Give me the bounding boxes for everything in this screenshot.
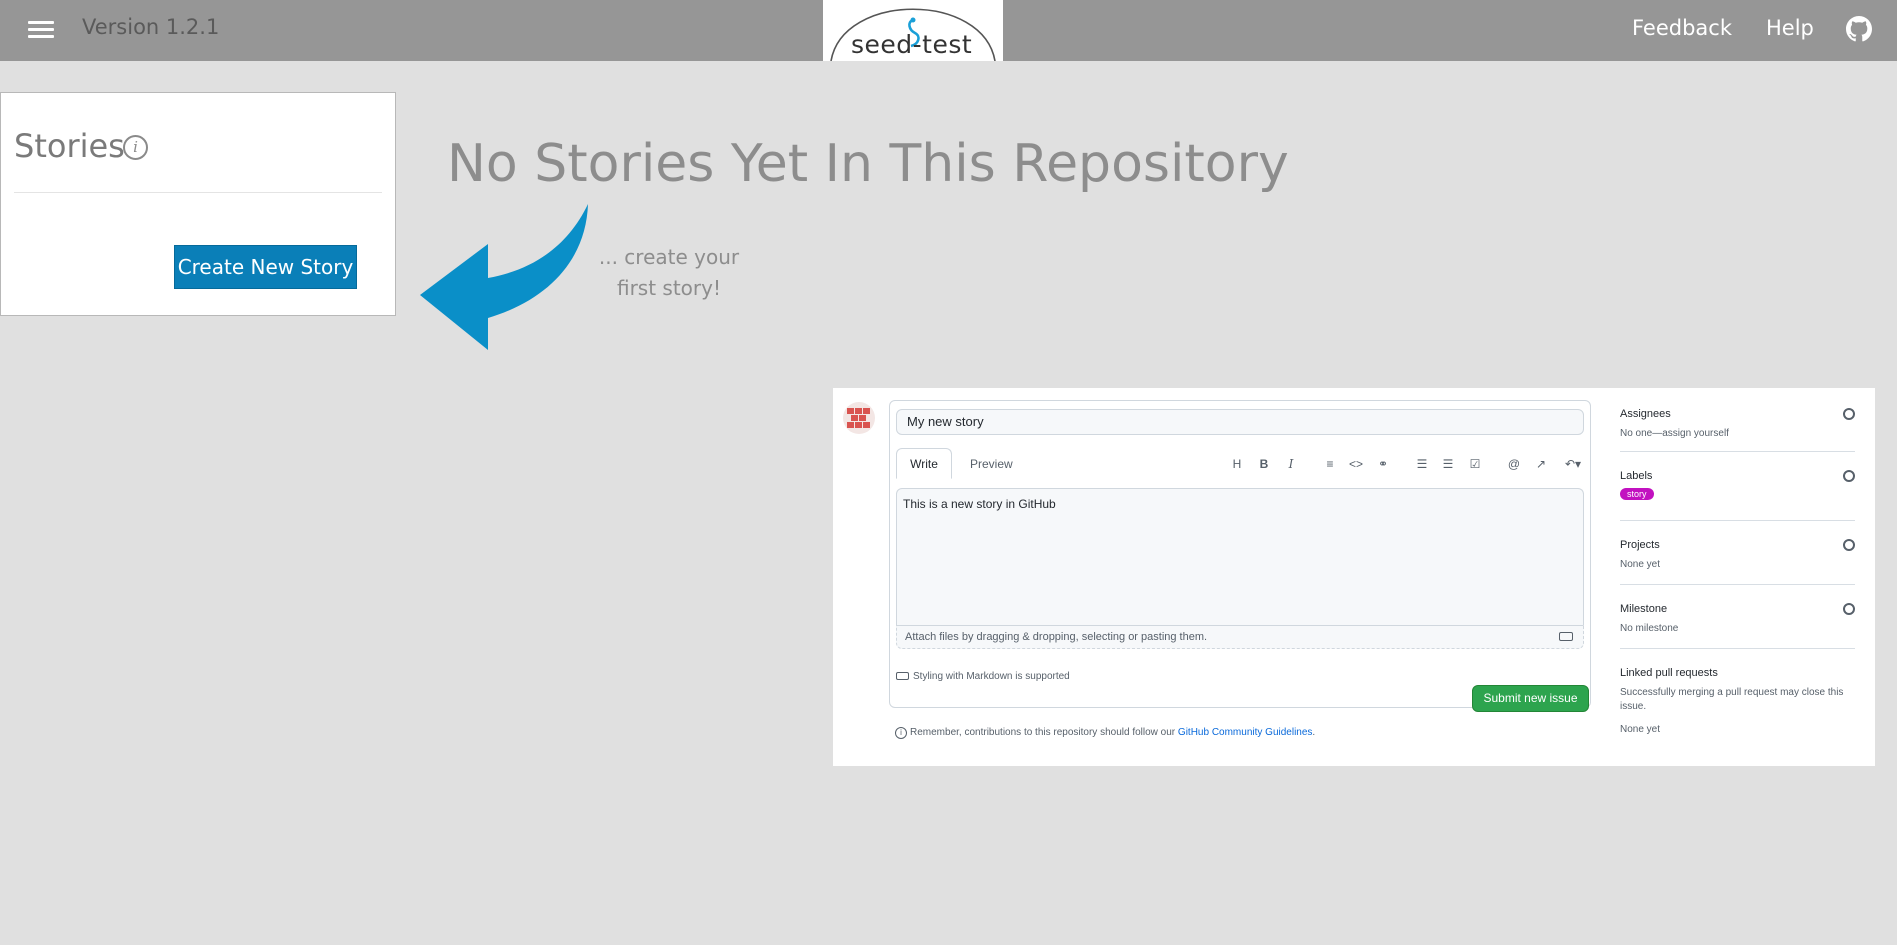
link-icon[interactable]: ⚭ bbox=[1374, 457, 1392, 471]
divider bbox=[14, 192, 382, 193]
github-issue-preview: My new story Write Preview H B I ≡ <> ⚭ … bbox=[833, 388, 1875, 766]
label-story-badge: story bbox=[1620, 488, 1654, 500]
empty-state-heading: No Stories Yet In This Repository bbox=[447, 134, 1289, 194]
hint-line-1: ... create your bbox=[598, 245, 740, 269]
feedback-link[interactable]: Feedback bbox=[1632, 16, 1732, 40]
gear-icon[interactable] bbox=[1843, 603, 1855, 615]
guidelines-note: i Remember, contributions to this reposit… bbox=[895, 727, 1315, 739]
markdown-note-text: Styling with Markdown is supported bbox=[913, 671, 1070, 682]
markdown-icon bbox=[896, 672, 909, 680]
code-icon[interactable]: <> bbox=[1347, 457, 1365, 471]
assignees-value[interactable]: No one—assign yourself bbox=[1620, 427, 1855, 441]
issue-title-input[interactable]: My new story bbox=[896, 409, 1584, 435]
version-label: Version 1.2.1 bbox=[82, 15, 220, 39]
divider bbox=[1620, 520, 1855, 521]
gear-icon[interactable] bbox=[1843, 408, 1855, 420]
submit-new-issue-button[interactable]: Submit new issue bbox=[1472, 685, 1589, 712]
reference-icon[interactable]: ↗ bbox=[1532, 457, 1550, 471]
tab-write[interactable]: Write bbox=[896, 448, 952, 479]
projects-title: Projects bbox=[1620, 539, 1660, 551]
bold-icon[interactable]: B bbox=[1255, 457, 1273, 471]
divider bbox=[1620, 584, 1855, 585]
tab-preview[interactable]: Preview bbox=[970, 449, 1013, 479]
undo-icon[interactable]: ↶▾ bbox=[1560, 457, 1586, 471]
assignees-title: Assignees bbox=[1620, 408, 1671, 420]
gear-icon[interactable] bbox=[1843, 539, 1855, 551]
info-icon[interactable]: i bbox=[123, 135, 148, 160]
info-icon: i bbox=[895, 727, 907, 739]
sidebar-milestone: Milestone No milestone bbox=[1620, 603, 1855, 636]
bullet-list-icon[interactable]: ☰ bbox=[1413, 457, 1431, 471]
logo-text: seed-test bbox=[851, 30, 973, 59]
issue-body-textarea[interactable]: This is a new story in GitHub bbox=[896, 488, 1584, 625]
stories-panel: Stories i Create New Story bbox=[0, 92, 396, 316]
editor-tabs: Write Preview H B I ≡ <> ⚭ ☰ ☰ ☑ @ ↗ ↶▾ bbox=[890, 445, 1590, 479]
help-link[interactable]: Help bbox=[1766, 16, 1814, 40]
github-icon[interactable] bbox=[1846, 16, 1872, 42]
markdown-note[interactable]: Styling with Markdown is supported bbox=[896, 671, 1070, 682]
linked-prs-description: Successfully merging a pull request may … bbox=[1620, 687, 1844, 712]
create-new-story-button[interactable]: Create New Story bbox=[174, 245, 357, 289]
curved-arrow-icon bbox=[420, 204, 588, 350]
milestone-value: No milestone bbox=[1620, 623, 1679, 634]
attach-hint: Attach files by dragging & dropping, sel… bbox=[905, 631, 1208, 643]
divider bbox=[1620, 648, 1855, 649]
sidebar-linked-prs: Linked pull requests Successfully mergin… bbox=[1620, 667, 1855, 737]
stories-title: Stories bbox=[14, 127, 125, 165]
hamburger-menu-icon[interactable] bbox=[26, 18, 56, 42]
hint-line-2: first story! bbox=[616, 276, 721, 300]
empty-state-hint: ... create your first story! bbox=[588, 242, 750, 304]
mention-icon[interactable]: @ bbox=[1505, 457, 1523, 471]
seed-test-logo[interactable]: seed-test bbox=[823, 0, 1003, 61]
guidelines-suffix: . bbox=[1312, 727, 1316, 738]
top-bar: Version 1.2.1 seed-test Feedback Help bbox=[0, 0, 1897, 61]
labels-title: Labels bbox=[1620, 470, 1653, 482]
avatar bbox=[843, 402, 875, 434]
sidebar-labels: Labels story bbox=[1620, 470, 1855, 502]
heading-icon[interactable]: H bbox=[1228, 457, 1246, 471]
linked-prs-title: Linked pull requests bbox=[1620, 667, 1718, 679]
task-list-icon[interactable]: ☑ bbox=[1466, 457, 1484, 471]
italic-icon[interactable]: I bbox=[1282, 457, 1300, 471]
numbered-list-icon[interactable]: ☰ bbox=[1439, 457, 1457, 471]
issue-form: My new story Write Preview H B I ≡ <> ⚭ … bbox=[889, 400, 1591, 712]
quote-icon[interactable]: ≡ bbox=[1321, 457, 1339, 471]
projects-value: None yet bbox=[1620, 559, 1661, 570]
guidelines-prefix: Remember, contributions to this reposito… bbox=[910, 727, 1176, 738]
divider bbox=[1620, 451, 1855, 452]
linked-prs-value: None yet bbox=[1620, 724, 1661, 735]
markdown-icon[interactable] bbox=[1559, 632, 1573, 641]
milestone-title: Milestone bbox=[1620, 603, 1668, 615]
gear-icon[interactable] bbox=[1843, 470, 1855, 482]
community-guidelines-link[interactable]: GitHub Community Guidelines bbox=[1178, 727, 1313, 738]
sidebar-assignees: Assignees No one—assign yourself bbox=[1620, 408, 1855, 441]
attach-files-area[interactable]: Attach files by dragging & dropping, sel… bbox=[896, 625, 1584, 649]
sidebar-projects: Projects None yet bbox=[1620, 539, 1855, 572]
